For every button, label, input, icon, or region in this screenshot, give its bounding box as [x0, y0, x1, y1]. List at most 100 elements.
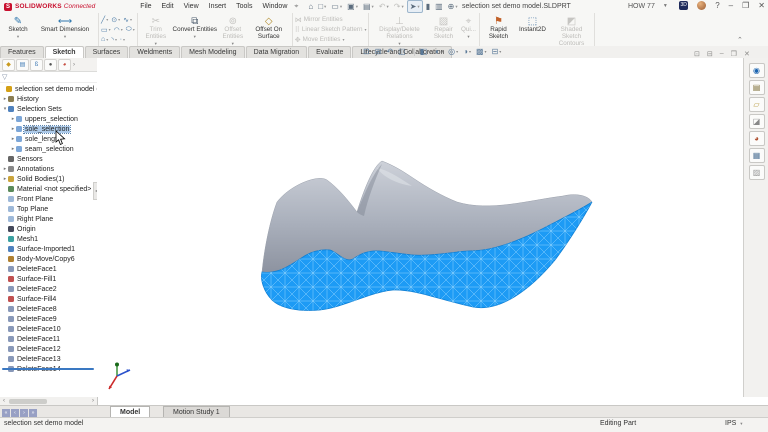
menu-file[interactable]: File: [135, 0, 156, 13]
sheet-nav-3[interactable]: »: [29, 409, 37, 417]
command-tab-surfaces[interactable]: Surfaces: [85, 46, 129, 58]
menu-pin-icon[interactable]: ⌖: [294, 3, 298, 11]
tree-item-deleteface13[interactable]: DeleteFace13: [0, 354, 97, 364]
dropdown-caret-icon[interactable]: ▾: [386, 4, 388, 10]
restore-button[interactable]: ❐: [742, 1, 749, 10]
file-explorer-tab-icon[interactable]: ▱: [749, 97, 765, 112]
dropdown-caret-icon[interactable]: ▾: [372, 4, 374, 10]
help-button[interactable]: ?: [715, 1, 719, 10]
sheet-nav-0[interactable]: «: [2, 409, 10, 417]
view-palette-tab-icon[interactable]: ◪: [749, 114, 765, 129]
menu-window[interactable]: Window: [257, 0, 292, 13]
shoe-model[interactable]: [180, 140, 620, 340]
rollback-bar[interactable]: [2, 368, 94, 370]
forum-tab-icon[interactable]: ▨: [749, 165, 765, 180]
print-icon[interactable]: ▤▾: [361, 1, 376, 12]
circle-icon[interactable]: ⊙▾: [111, 16, 120, 24]
tree-item-solid-bodies-1-[interactable]: ▸Solid Bodies(1): [0, 174, 97, 184]
tree-item-material-not-specified-[interactable]: Material <not specified>: [0, 184, 97, 194]
edit-appearance-icon[interactable]: ◑▾: [463, 47, 471, 56]
command-tab-sketch[interactable]: Sketch: [45, 46, 84, 58]
polygon-icon[interactable]: ⌂▾: [101, 36, 108, 43]
tree-item-origin[interactable]: Origin: [0, 224, 97, 234]
tree-item-selection-sets[interactable]: ▾Selection Sets: [0, 104, 97, 114]
ellipse-icon[interactable]: ⬭▾: [126, 26, 135, 34]
view-settings-icon[interactable]: ⊟▾: [492, 47, 502, 56]
menu-edit[interactable]: Edit: [157, 0, 179, 13]
featuremanager-filter[interactable]: ▽: [0, 72, 97, 83]
fmtab-overflow-icon[interactable]: ›: [73, 62, 75, 68]
dropdown-caret-icon[interactable]: ▾: [356, 4, 358, 10]
tree-item-deleteface10[interactable]: DeleteFace10: [0, 324, 97, 334]
spline-icon[interactable]: ∿▾: [123, 16, 132, 24]
featuremanager-design-tree-tab[interactable]: ◆: [2, 59, 15, 71]
smart-dimension-button[interactable]: ⟷Smart Dimension▾: [34, 14, 96, 45]
dimxpertmanager-tab[interactable]: ●: [44, 59, 57, 71]
dropdown-caret-icon[interactable]: ▾: [401, 4, 403, 10]
line-icon[interactable]: ╱▾: [101, 16, 108, 24]
tree-item-sensors[interactable]: Sensors: [0, 154, 97, 164]
appearances-tab[interactable]: ◕: [58, 59, 71, 71]
scroll-left-icon[interactable]: ‹: [0, 398, 8, 404]
command-tab-data-migration[interactable]: Data Migration: [246, 46, 308, 58]
menu-tools[interactable]: Tools: [231, 0, 257, 13]
view-orientation-icon[interactable]: ◧▾: [420, 47, 431, 56]
threedexperience-app-icon[interactable]: 3D: [679, 1, 688, 10]
sheet-nav-1[interactable]: ‹: [11, 409, 19, 417]
previous-view-icon[interactable]: ↶: [386, 47, 393, 56]
configurationmanager-tab[interactable]: ß: [30, 59, 43, 71]
select-cursor-icon[interactable]: ➤▾: [407, 0, 423, 13]
instant2d-button[interactable]: ⬚Instant2D: [514, 14, 550, 45]
tree-item-surface-imported1[interactable]: Surface-Imported1: [0, 244, 97, 254]
sheet-nav-2[interactable]: ›: [20, 409, 28, 417]
zoom-to-fit-icon[interactable]: ⊡: [363, 47, 370, 56]
tree-item-surface-fill4[interactable]: Surface-Fill4: [0, 294, 97, 304]
doc-new-window-icon[interactable]: ⊟: [707, 50, 713, 58]
search-box[interactable]: HOW 77 ▼: [628, 0, 668, 13]
units-selector[interactable]: IPS ▾: [725, 420, 743, 427]
command-tab-features[interactable]: Features: [0, 46, 44, 58]
rapid-sketch-button[interactable]: ⚑Rapid Sketch: [482, 14, 514, 45]
doc-restore-up-icon[interactable]: ⊡: [694, 50, 700, 58]
tree-item-surface-fill1[interactable]: Surface-Fill1: [0, 274, 97, 284]
doc-minimize-icon[interactable]: –: [720, 50, 724, 58]
tree-item-deleteface1[interactable]: DeleteFace1: [0, 264, 97, 274]
dropdown-caret-icon[interactable]: ▾: [417, 4, 419, 10]
search-dropdown-icon[interactable]: ▼: [663, 0, 668, 13]
tree-item-mesh1[interactable]: Mesh1: [0, 234, 97, 244]
point-icon[interactable]: ∙▾: [120, 36, 125, 43]
user-avatar[interactable]: [697, 1, 706, 10]
command-tab-mesh-modeling[interactable]: Mesh Modeling: [181, 46, 244, 58]
hide-show-items-icon[interactable]: ◎▾: [448, 47, 458, 56]
threedexperience-tab-icon[interactable]: ◉: [749, 63, 765, 78]
doc-close-icon[interactable]: ✕: [744, 50, 750, 58]
tree-horizontal-scrollbar[interactable]: ‹ ›: [0, 397, 98, 405]
tree-item-sole-length[interactable]: ▸sole_length: [0, 134, 97, 144]
apply-scene-icon[interactable]: ▩▾: [476, 47, 487, 56]
home-icon[interactable]: ⌂: [306, 1, 315, 12]
close-button[interactable]: ✕: [758, 1, 765, 10]
open-icon[interactable]: ▭▾: [329, 1, 344, 12]
new-document-icon[interactable]: □▾: [316, 1, 328, 12]
convert-entities-button[interactable]: ⧉Convert Entities▾: [172, 14, 218, 45]
fillet-icon[interactable]: ◝▾: [111, 36, 117, 44]
zoom-to-area-icon[interactable]: ⊞: [375, 47, 382, 56]
undo-icon[interactable]: ↶▾: [377, 1, 391, 12]
command-tab-weldments[interactable]: Weldments: [129, 46, 180, 58]
scroll-thumb[interactable]: [9, 399, 47, 404]
tree-item-uppers-selection[interactable]: ▸uppers_selection: [0, 114, 97, 124]
command-tab-evaluate[interactable]: Evaluate: [308, 46, 351, 58]
dropdown-caret-icon[interactable]: ▾: [340, 4, 342, 10]
minimize-button[interactable]: –: [729, 1, 733, 10]
offset-on-surface-button[interactable]: ◇Offset On Surface: [248, 14, 290, 45]
menu-view[interactable]: View: [179, 0, 204, 13]
xpress-products-icon[interactable]: ▮: [424, 1, 432, 12]
section-view-icon[interactable]: ◫▾: [398, 47, 409, 56]
tree-item-sole-selection[interactable]: ▸sole_selection: [0, 124, 97, 134]
sketch-ink-icon[interactable]: ▥: [433, 1, 445, 12]
tree-root-item[interactable]: selection set demo model (Def: [0, 84, 97, 94]
appearances-scenes-tab-icon[interactable]: ◕: [749, 131, 765, 146]
dropdown-caret-icon[interactable]: ▾: [455, 4, 457, 10]
tree-item-deleteface12[interactable]: DeleteFace12: [0, 344, 97, 354]
scroll-right-icon[interactable]: ›: [89, 398, 97, 404]
